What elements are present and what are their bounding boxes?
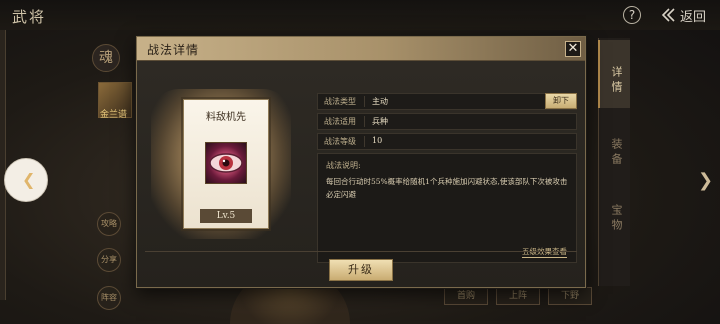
footer-divider (145, 251, 577, 252)
first-purchase-button[interactable]: 首购 (444, 287, 488, 305)
upgrade-button[interactable]: 升级 (329, 259, 393, 281)
modal-title: 战法详情 (147, 43, 200, 57)
tab-treasure[interactable]: 宝物 (598, 184, 630, 244)
strategy-button[interactable]: 攻略 (97, 212, 121, 236)
share-button[interactable]: 分享 (97, 248, 121, 272)
tab-details[interactable]: 详情 (598, 40, 630, 108)
modal-body: 料敌机先 Lv.5 战法类型 主动 卸下 战法适用 兵种 战法等级 10 战法说… (137, 61, 585, 287)
left-arrow-icon: ❮ (22, 170, 36, 189)
page-title: 武将 (12, 8, 47, 26)
close-button[interactable]: ✕ (565, 41, 581, 57)
unequip-button[interactable]: 卸下 (545, 93, 577, 109)
help-button[interactable]: ? (623, 6, 641, 24)
top-bar: 武将 ? 返回 (0, 0, 720, 30)
deploy-button[interactable]: 上阵 (496, 287, 540, 305)
skill-level: Lv.5 (200, 209, 252, 223)
description-heading: 战法说明: (326, 161, 361, 170)
skill-name: 料敌机先 (206, 112, 246, 123)
dismiss-button[interactable]: 下野 (548, 287, 592, 305)
detail-row-level: 战法等级 10 (317, 133, 577, 150)
modal-header: 战法详情 ✕ (137, 37, 585, 61)
detail-label: 战法适用 (324, 117, 356, 126)
detail-row-applicable: 战法适用 兵种 (317, 113, 577, 130)
soul-badge: 魂 (92, 44, 120, 72)
level-five-effect-link[interactable]: 五级效果查看 (522, 246, 567, 258)
right-arrow-icon[interactable]: ❯ (698, 170, 713, 191)
detail-row-type: 战法类型 主动 (317, 93, 577, 110)
tab-equipment[interactable]: 装备 (598, 118, 630, 178)
row-divider (364, 96, 365, 107)
golden-item-label: 金兰谱 (100, 110, 128, 120)
detail-label: 战法等级 (324, 137, 356, 146)
detail-value: 兵种 (372, 117, 388, 126)
left-edge-panel (0, 30, 6, 300)
back-button[interactable]: 返回 (660, 6, 707, 25)
back-label: 返回 (680, 9, 707, 25)
description-text: 每回合行动时55%概率给随机1个兵种施加闪避状态,使该部队下次被攻击必定闪避 (326, 177, 568, 199)
description-box: 战法说明: 每回合行动时55%概率给随机1个兵种施加闪避状态,使该部队下次被攻击… (317, 153, 577, 263)
back-arrow-icon (661, 8, 675, 22)
formation-button[interactable]: 阵容 (97, 286, 121, 310)
detail-value: 主动 (372, 97, 388, 106)
eye-icon (205, 142, 247, 184)
skill-card: 料敌机先 Lv.5 (183, 99, 269, 229)
row-divider (364, 116, 365, 127)
detail-value: 10 (372, 136, 383, 145)
row-divider (364, 136, 365, 147)
skill-detail-modal: 战法详情 ✕ 料敌机先 Lv.5 战法类型 主动 卸下 战法适用 兵种 战法等级… (136, 36, 586, 288)
detail-label: 战法类型 (324, 97, 356, 106)
